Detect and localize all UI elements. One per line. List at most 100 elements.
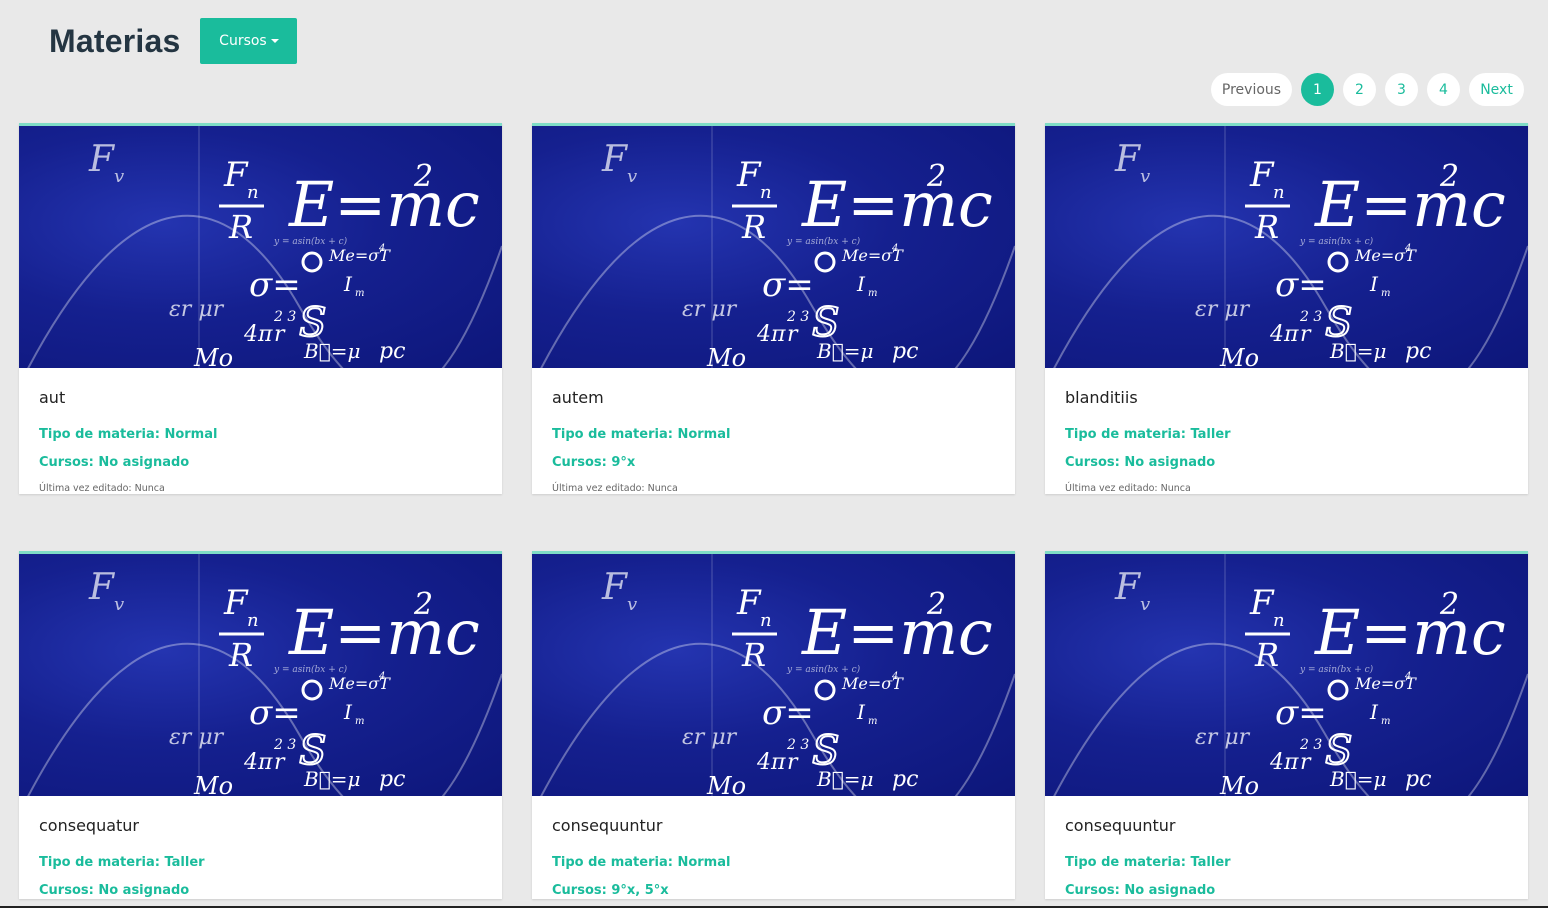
- svg-text:F: F: [88, 139, 116, 180]
- svg-text:σ=: σ=: [762, 265, 814, 305]
- svg-text:F: F: [1249, 155, 1275, 195]
- svg-text:2: 2: [926, 587, 946, 622]
- svg-text:4π: 4π: [756, 750, 786, 775]
- svg-text:y = asin(bx + c): y = asin(bx + c): [786, 664, 861, 675]
- subject-card-image: E=mc 2 F n R F v Me=σT 4 σ= I m 4π 2 3 r…: [1045, 126, 1528, 368]
- subject-name: consequuntur: [1065, 816, 1176, 835]
- cursos-button-label: Cursos: [219, 33, 267, 49]
- svg-text:m: m: [1381, 288, 1390, 299]
- svg-text:Mo: Mo: [706, 772, 746, 796]
- page-title: Materias: [49, 22, 181, 59]
- svg-text:F: F: [601, 139, 629, 180]
- pagination: Previous 1 2 3 4 Next: [1202, 73, 1524, 106]
- subject-name: blanditiis: [1065, 388, 1138, 407]
- svg-text:v: v: [114, 166, 124, 187]
- svg-text:R: R: [1254, 208, 1279, 246]
- svg-text:4π: 4π: [243, 322, 273, 347]
- svg-text:F: F: [1114, 139, 1142, 180]
- svg-text:F: F: [1114, 567, 1142, 608]
- subject-courses: Cursos: No asignado: [1065, 883, 1216, 898]
- svg-text:S: S: [299, 300, 326, 346]
- subject-card[interactable]: E=mc 2 F n R F v Me=σT 4 σ= I m 4π 2 3 r…: [19, 123, 502, 494]
- subject-courses: Cursos: No asignado: [1065, 455, 1216, 470]
- svg-text:σ=: σ=: [762, 693, 814, 733]
- subject-name: consequatur: [39, 816, 139, 835]
- subject-courses: Cursos: 9°x, 5°x: [552, 883, 669, 898]
- svg-text:y = asin(bx + c): y = asin(bx + c): [786, 236, 861, 247]
- subject-last-edited: Última vez editado: Nunca: [39, 483, 165, 494]
- svg-text:R: R: [741, 636, 766, 674]
- pagination-next[interactable]: Next: [1469, 73, 1524, 106]
- svg-text:I: I: [343, 272, 353, 296]
- svg-text:2: 2: [413, 587, 433, 622]
- subject-name: autem: [552, 388, 604, 407]
- physics-formulas-image: E=mc 2 F n R F v Me=σT 4 σ= I m 4π 2 3 r…: [540, 126, 1015, 368]
- subject-card[interactable]: E=mc 2 F n R F v Me=σT 4 σ= I m 4π 2 3 r…: [532, 551, 1015, 899]
- physics-formulas-image: E=mc 2 F n R F v Me=σT 4 σ= I m 4π 2 3 r…: [1053, 126, 1528, 368]
- subject-card[interactable]: E=mc 2 F n R F v Me=σT 4 σ= I m 4π 2 3 r…: [532, 123, 1015, 494]
- svg-text:S: S: [812, 300, 839, 346]
- svg-text:pc: pc: [379, 767, 405, 792]
- physics-formulas-image: E=mc 2 F n R F v Me=σT 4 σ= I m 4π 2 3 r…: [27, 126, 502, 368]
- svg-text:F: F: [601, 567, 629, 608]
- subject-courses: Cursos: 9°x: [552, 455, 636, 470]
- svg-text:r: r: [787, 750, 799, 775]
- svg-text:pc: pc: [1405, 767, 1431, 792]
- svg-text:S: S: [812, 728, 839, 774]
- svg-text:εr μr: εr μr: [169, 297, 225, 322]
- pagination-page-1[interactable]: 1: [1301, 73, 1334, 106]
- svg-text:F: F: [1249, 583, 1275, 623]
- svg-text:v: v: [114, 594, 124, 615]
- subject-name: consequuntur: [552, 816, 663, 835]
- svg-text:E=mc: E=mc: [801, 596, 993, 669]
- svg-text:m: m: [355, 288, 364, 299]
- subject-card[interactable]: E=mc 2 F n R F v Me=σT 4 σ= I m 4π 2 3 r…: [1045, 123, 1528, 494]
- pagination-page-2[interactable]: 2: [1343, 73, 1376, 106]
- subject-last-edited: Última vez editado: Nunca: [1065, 483, 1191, 494]
- svg-text:I: I: [1369, 272, 1379, 296]
- svg-text:εr μr: εr μr: [169, 725, 225, 750]
- svg-text:Mo: Mo: [193, 344, 233, 368]
- svg-text:v: v: [627, 594, 637, 615]
- svg-text:S: S: [1325, 300, 1352, 346]
- physics-formulas-image: E=mc 2 F n R F v Me=σT 4 σ= I m 4π 2 3 r…: [27, 554, 502, 796]
- svg-text:2: 2: [1439, 159, 1459, 194]
- svg-text:2: 2: [926, 159, 946, 194]
- pagination-page-3[interactable]: 3: [1385, 73, 1418, 106]
- svg-text:εr μr: εr μr: [1195, 725, 1251, 750]
- subject-type: Tipo de materia: Normal: [39, 427, 218, 442]
- subject-name: aut: [39, 388, 66, 407]
- pagination-previous[interactable]: Previous: [1211, 73, 1292, 106]
- svg-text:n: n: [1273, 610, 1285, 631]
- svg-text:v: v: [1140, 594, 1150, 615]
- svg-text:4: 4: [1404, 243, 1411, 254]
- subject-card[interactable]: E=mc 2 F n R F v Me=σT 4 σ= I m 4π 2 3 r…: [19, 551, 502, 899]
- svg-text:pc: pc: [892, 339, 918, 364]
- svg-text:S: S: [1325, 728, 1352, 774]
- svg-text:E=mc: E=mc: [801, 168, 993, 241]
- svg-text:n: n: [247, 610, 259, 631]
- svg-text:F: F: [736, 583, 762, 623]
- svg-text:4π: 4π: [1269, 750, 1299, 775]
- pagination-page-4[interactable]: 4: [1427, 73, 1460, 106]
- subject-card-image: E=mc 2 F n R F v Me=σT 4 σ= I m 4π 2 3 r…: [19, 554, 502, 796]
- physics-formulas-image: E=mc 2 F n R F v Me=σT 4 σ= I m 4π 2 3 r…: [1053, 554, 1528, 796]
- svg-text:n: n: [760, 182, 772, 203]
- subject-type: Tipo de materia: Normal: [552, 855, 731, 870]
- svg-text:m: m: [1381, 716, 1390, 727]
- subject-card[interactable]: E=mc 2 F n R F v Me=σT 4 σ= I m 4π 2 3 r…: [1045, 551, 1528, 899]
- svg-text:σ=: σ=: [1275, 693, 1327, 733]
- svg-text:4π: 4π: [1269, 322, 1299, 347]
- svg-text:4: 4: [378, 671, 385, 682]
- subject-courses: Cursos: No asignado: [39, 883, 190, 898]
- svg-text:F: F: [223, 583, 249, 623]
- caret-down-icon: [270, 39, 279, 43]
- subject-card-image: E=mc 2 F n R F v Me=σT 4 σ= I m 4π 2 3 r…: [532, 126, 1015, 368]
- cursos-dropdown-button[interactable]: Cursos: [200, 18, 298, 64]
- svg-text:4: 4: [1404, 671, 1411, 682]
- svg-text:2: 2: [413, 159, 433, 194]
- svg-text:r: r: [1300, 322, 1312, 347]
- svg-text:r: r: [274, 322, 286, 347]
- subject-card-image: E=mc 2 F n R F v Me=σT 4 σ= I m 4π 2 3 r…: [532, 554, 1015, 796]
- svg-text:σ=: σ=: [249, 265, 301, 305]
